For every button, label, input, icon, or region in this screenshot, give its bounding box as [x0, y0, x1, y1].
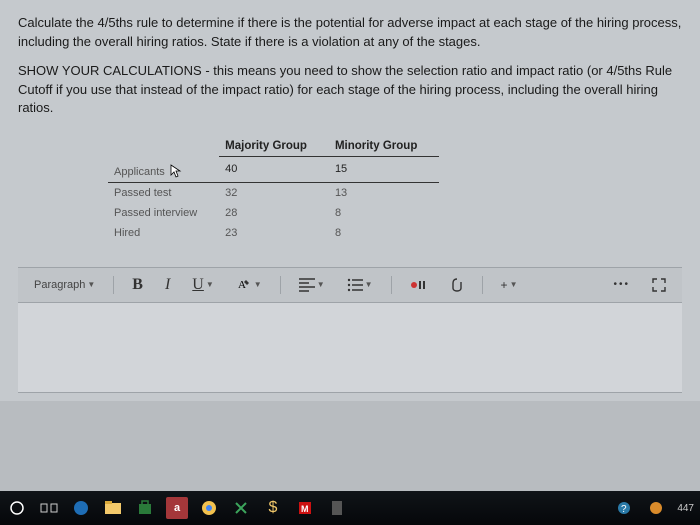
separator [391, 276, 392, 294]
cell-minority: 8 [329, 223, 439, 243]
tray-help-icon[interactable]: ? [613, 497, 635, 519]
taskbar-app-store[interactable] [134, 497, 156, 519]
taskbar-app-generic[interactable]: $ [262, 497, 284, 519]
table-row: Hired 23 8 [108, 223, 439, 243]
cell-majority: 40 [219, 157, 329, 183]
paragraph-style-dropdown[interactable]: Paragraph ▼ [30, 277, 99, 293]
row-label: Applicants [114, 166, 165, 178]
bold-button[interactable]: B [128, 274, 147, 296]
taskbar-app-access[interactable]: a [166, 497, 188, 519]
svg-text:M: M [301, 504, 309, 514]
taskbar-app-vscode[interactable] [230, 497, 252, 519]
col-majority: Majority Group [219, 136, 329, 157]
question-p1: Calculate the 4/5ths rule to determine i… [18, 14, 682, 52]
separator [280, 276, 281, 294]
question-text: Calculate the 4/5ths rule to determine i… [18, 14, 682, 118]
align-button[interactable]: ▼ [295, 276, 329, 294]
list-button[interactable]: ▼ [343, 276, 377, 294]
table-row: Passed test 32 13 [108, 182, 439, 203]
cell-majority: 23 [219, 223, 329, 243]
tray-battery-icon[interactable] [645, 497, 667, 519]
text-color-icon: A [236, 277, 252, 293]
taskbar-app-edge[interactable] [70, 497, 92, 519]
chevron-down-icon: ▼ [365, 280, 373, 289]
text-color-button[interactable]: A ▼ [232, 275, 266, 295]
hiring-data-table: Majority Group Minority Group Applicants… [108, 136, 439, 243]
more-button[interactable]: ••• [609, 277, 634, 292]
taskbar-app-explorer[interactable] [102, 497, 124, 519]
chevron-down-icon: ▼ [510, 280, 518, 289]
paragraph-label: Paragraph [34, 279, 85, 291]
separator [482, 276, 483, 294]
chevron-down-icon: ▼ [317, 280, 325, 289]
underline-button[interactable]: U ▼ [188, 274, 217, 296]
insert-button[interactable]: + ▼ [497, 276, 522, 294]
chevron-down-icon: ▼ [87, 280, 95, 289]
chevron-down-icon: ▼ [206, 280, 214, 289]
align-left-icon [299, 278, 315, 292]
plus-icon: + [501, 278, 508, 292]
svg-text:A: A [238, 279, 246, 291]
attachment-button[interactable] [446, 275, 468, 295]
cursor-icon [170, 164, 182, 181]
answer-editor[interactable] [18, 303, 682, 393]
record-icon [410, 278, 428, 292]
word-count[interactable]: 447 [677, 497, 694, 519]
cell-minority: 15 [329, 157, 439, 183]
taskbar-app-generic2[interactable] [326, 497, 348, 519]
question-p2: SHOW YOUR CALCULATIONS - this means you … [18, 62, 682, 119]
fullscreen-button[interactable] [648, 276, 670, 294]
row-label: Hired [108, 223, 219, 243]
table-row: Passed interview 28 8 [108, 203, 439, 223]
col-minority: Minority Group [329, 136, 439, 157]
underline-label: U [192, 276, 204, 294]
cell-minority: 8 [329, 203, 439, 223]
col-empty [108, 136, 219, 157]
cell-majority: 32 [219, 182, 329, 203]
editor-toolbar: Paragraph ▼ B I U ▼ A ▼ ▼ ▼ [18, 267, 682, 303]
separator [113, 276, 114, 294]
taskbar-app-mcafee[interactable]: M [294, 497, 316, 519]
taskbar-app-chrome[interactable] [198, 497, 220, 519]
cortana-icon[interactable] [6, 497, 28, 519]
italic-button[interactable]: I [161, 274, 174, 296]
list-icon [347, 278, 363, 292]
taskbar: a $ M ? 447 [0, 491, 700, 525]
fullscreen-icon [652, 278, 666, 292]
chevron-down-icon: ▼ [254, 280, 262, 289]
attachment-icon [450, 277, 464, 293]
table-row: Applicants 40 15 [108, 157, 439, 183]
record-button[interactable] [406, 276, 432, 294]
task-view-icon[interactable] [38, 497, 60, 519]
row-label: Passed test [108, 182, 219, 203]
cell-majority: 28 [219, 203, 329, 223]
row-label: Passed interview [108, 203, 219, 223]
cell-minority: 13 [329, 182, 439, 203]
svg-text:?: ? [621, 504, 627, 515]
